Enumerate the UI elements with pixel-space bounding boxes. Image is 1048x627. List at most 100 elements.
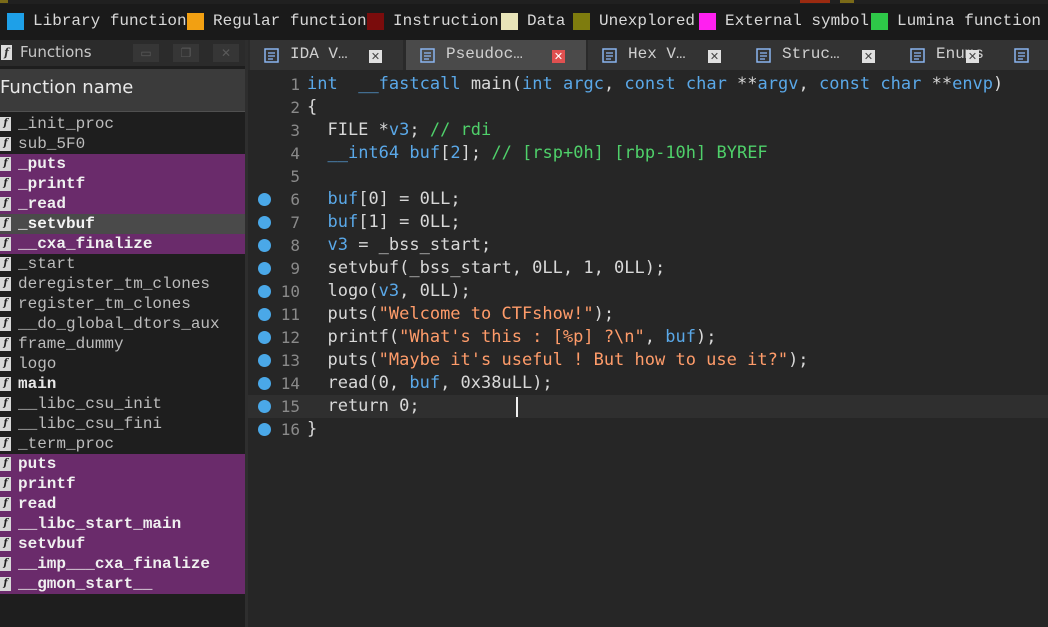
code-line[interactable]: 14 read(0, buf, 0x38uLL); — [248, 372, 1048, 395]
code-line[interactable]: 12 printf("What's this : [%p] ?\n", buf)… — [248, 326, 1048, 349]
breakpoint-marker-icon[interactable] — [258, 308, 271, 321]
function-list-item[interactable]: f _start — [0, 254, 245, 274]
code-line[interactable]: 16} — [248, 418, 1048, 441]
tab-close-icon[interactable]: ✕ — [369, 50, 382, 63]
breakpoint-marker-icon[interactable] — [258, 423, 271, 436]
code-token: } — [307, 419, 318, 439]
code-token: main — [470, 74, 512, 94]
breakpoint-marker-icon[interactable] — [258, 377, 271, 390]
tab-close-icon[interactable]: ✕ — [862, 50, 875, 63]
function-list-item[interactable]: f puts — [0, 454, 245, 474]
tab-struc[interactable]: Struc… ✕ — [742, 40, 896, 70]
function-list-item[interactable]: f __cxa_finalize — [0, 234, 245, 254]
tab-hexv[interactable]: Hex V… ✕ — [588, 40, 742, 70]
breakpoint-marker-icon[interactable] — [258, 285, 271, 298]
tab-label: IDA V… — [290, 45, 348, 63]
code-token: const — [818, 74, 871, 94]
tab-close-icon[interactable]: ✕ — [552, 50, 565, 63]
function-name-column-header[interactable]: Function name — [0, 69, 245, 112]
breakpoint-marker-icon[interactable] — [258, 262, 271, 275]
navigation-band[interactable] — [0, 0, 1048, 4]
code-token: 2 — [450, 143, 461, 163]
tab-pseudoc[interactable]: Pseudoc… ✕ — [406, 40, 586, 70]
legend-label: Instruction — [393, 12, 499, 30]
function-list-item[interactable]: f __libc_csu_fini — [0, 414, 245, 434]
function-name: frame_dummy — [18, 335, 124, 353]
code-line[interactable]: 3 FILE *v3; // rdi — [248, 119, 1048, 142]
breakpoint-marker-icon[interactable] — [258, 216, 271, 229]
code-line[interactable]: 6 buf[0] = 0LL; — [248, 188, 1048, 211]
breakpoint-marker-icon[interactable] — [258, 400, 271, 413]
tab-imports[interactable] — [1000, 40, 1048, 70]
function-list-item[interactable]: f __libc_csu_init — [0, 394, 245, 414]
function-name: puts — [18, 455, 57, 473]
function-list-item[interactable]: f __do_global_dtors_aux — [0, 314, 245, 334]
function-icon: f — [0, 457, 11, 471]
code-line[interactable]: 5 — [248, 165, 1048, 188]
code-token: setvbuf(_bss_start, 0LL, 1, 0LL); — [307, 258, 666, 278]
function-list-item[interactable]: f __libc_start_main — [0, 514, 245, 534]
tab-label: Hex V… — [628, 45, 686, 63]
close-icon[interactable]: ✕ — [213, 44, 239, 62]
breakpoint-marker-icon[interactable] — [258, 239, 271, 252]
function-list-item[interactable]: f main — [0, 374, 245, 394]
code-line[interactable]: 1 int __fastcall main(int argc, const cha… — [248, 73, 1048, 96]
breakpoint-marker-icon[interactable] — [258, 193, 271, 206]
code-line[interactable]: 13 puts("Maybe it's useful ! But how to … — [248, 349, 1048, 372]
tab-close-icon[interactable]: ✕ — [966, 50, 979, 63]
code-line[interactable]: 4 __int64 buf[2]; // [rsp+0h] [rbp-10h] … — [248, 142, 1048, 165]
float-icon[interactable]: ❐ — [173, 44, 199, 62]
tab-enums[interactable]: Enums ✕ — [896, 40, 1000, 70]
code-line[interactable]: 7 buf[1] = 0LL; — [248, 211, 1048, 234]
function-icon: f — [0, 417, 11, 431]
code-line[interactable]: 10 logo(v3, 0LL); — [248, 280, 1048, 303]
code-line[interactable]: 11 puts("Welcome to CTFshow!"); — [248, 303, 1048, 326]
tab-close-icon[interactable]: ✕ — [708, 50, 721, 63]
line-number: 4 — [290, 144, 300, 163]
pseudocode-view[interactable]: 1 int __fastcall main(int argc, const cha… — [248, 70, 1048, 627]
code-text: { — [307, 96, 317, 119]
function-list-item[interactable]: f __gmon_start__ — [0, 574, 245, 594]
tab-idav[interactable]: IDA V… ✕ — [250, 40, 403, 70]
function-list-item[interactable]: f _init_proc — [0, 114, 245, 134]
function-list-item[interactable]: f read — [0, 494, 245, 514]
minimize-icon[interactable]: ▭ — [133, 44, 159, 62]
legend-swatch — [573, 12, 590, 30]
code-token: __int64 — [327, 143, 400, 163]
function-list-item[interactable]: f _setvbuf — [0, 214, 245, 234]
legend-item: External symbol — [699, 11, 869, 31]
code-line[interactable]: 8 v3 = _bss_start; — [248, 234, 1048, 257]
breakpoint-marker-icon[interactable] — [258, 354, 271, 367]
legend-item: Library function — [7, 11, 187, 31]
breakpoint-marker-icon[interactable] — [258, 331, 271, 344]
function-name: __do_global_dtors_aux — [18, 315, 220, 333]
function-icon: f — [0, 257, 11, 271]
code-line[interactable]: 2{ — [248, 96, 1048, 119]
function-list-item[interactable]: f frame_dummy — [0, 334, 245, 354]
function-list-item[interactable]: f register_tm_clones — [0, 294, 245, 314]
function-list-item[interactable]: f deregister_tm_clones — [0, 274, 245, 294]
code-line[interactable]: 15 return 0; — [248, 395, 1048, 418]
function-list-item[interactable]: f setvbuf — [0, 534, 245, 554]
function-list-item[interactable]: f __imp___cxa_finalize — [0, 554, 245, 574]
legend-label: Library function — [33, 12, 187, 30]
code-line[interactable]: 9 setvbuf(_bss_start, 0LL, 1, 0LL); — [248, 257, 1048, 280]
function-list-item[interactable]: f _term_proc — [0, 434, 245, 454]
function-list-item[interactable]: f printf — [0, 474, 245, 494]
function-list-item[interactable]: f sub_5F0 — [0, 134, 245, 154]
function-list-item[interactable]: f _read — [0, 194, 245, 214]
legend-label: Lumina function — [897, 12, 1042, 30]
function-list-item[interactable]: f logo — [0, 354, 245, 374]
line-number: 7 — [290, 213, 300, 232]
function-name: read — [18, 495, 57, 513]
code-token: return 0; — [307, 396, 420, 416]
function-list-item[interactable]: f _printf — [0, 174, 245, 194]
line-number: 5 — [290, 167, 300, 186]
function-icon: f — [0, 517, 11, 531]
imports-icon — [1014, 48, 1029, 63]
function-name: __gmon_start__ — [18, 575, 153, 593]
function-list-item[interactable]: f _puts — [0, 154, 245, 174]
code-token: ( — [511, 74, 523, 94]
navigation-band-segment — [840, 0, 854, 3]
